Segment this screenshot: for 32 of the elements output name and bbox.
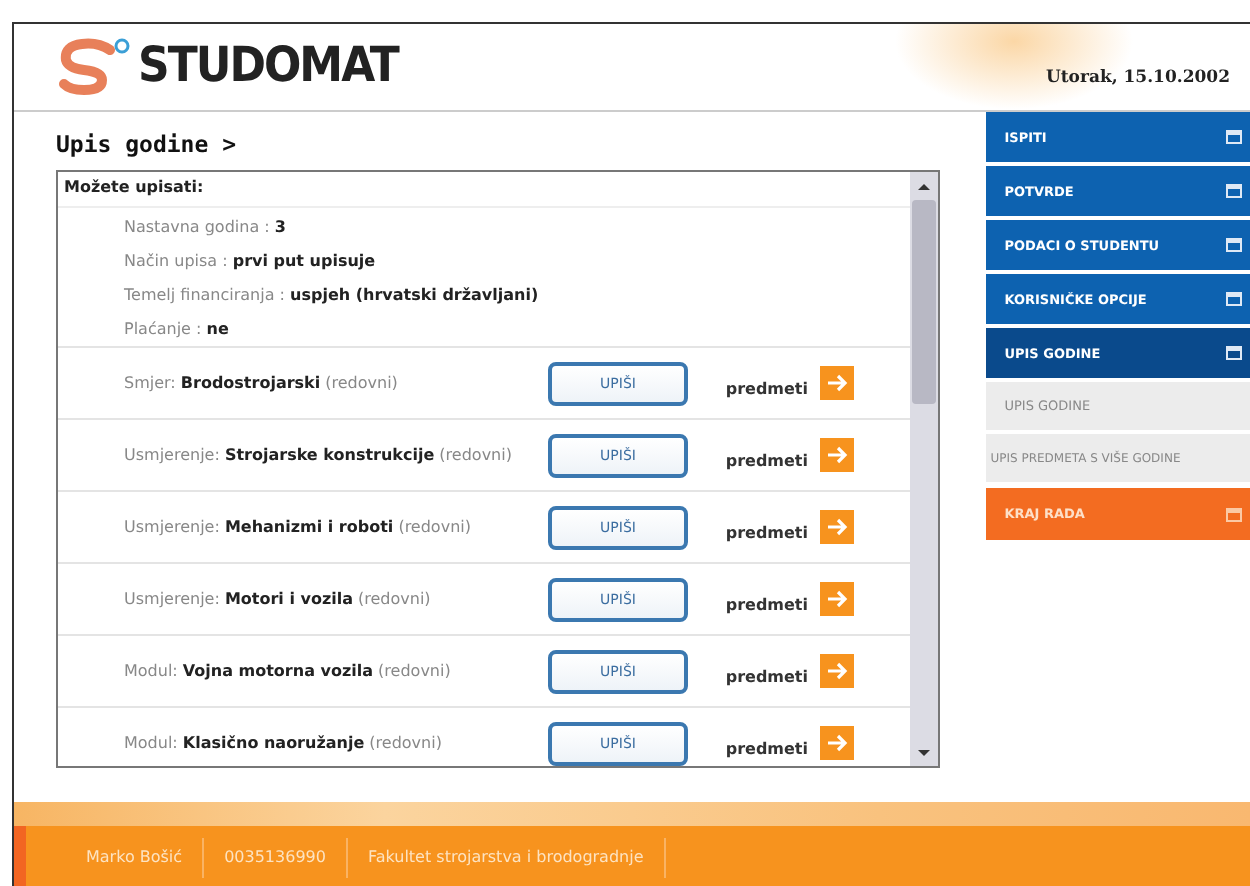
page-title: Upis godine > <box>56 130 239 158</box>
footer-text: Marko Bošić <box>66 837 205 877</box>
program-text: Smjer: Brodostrojarski (redovni) <box>124 373 400 393</box>
info-line: Način upisa : prvi put upisuje <box>124 250 378 274</box>
logo-icon <box>58 37 134 97</box>
info-line: Nastavna godina : 3 <box>124 216 288 240</box>
program-text: Usmjerenje: Strojarske konstrukcije (redovni) <box>124 445 514 465</box>
subjects-link[interactable]: predmeti <box>725 524 820 542</box>
window-icon <box>1226 292 1242 306</box>
logo-text: STUDOMAT <box>138 39 398 95</box>
info-line: Plaćanje : ne <box>124 318 231 342</box>
window-icon <box>1226 130 1242 144</box>
footer-text: 0035136990 <box>204 837 348 877</box>
program-text: Modul: Klasično naoružanje (redovni) <box>124 733 444 753</box>
info-line: Temelj financiranja : uspjeh (hrvatski državljani) <box>124 284 541 308</box>
panel-heading: Možete upisati: <box>58 172 910 208</box>
date-text: Utorak, 15.10.2002 <box>1045 67 1230 87</box>
subjects-link[interactable]: predmeti <box>725 668 820 686</box>
subjects-link[interactable]: predmeti <box>725 740 820 758</box>
program-text: Modul: Vojna motorna vozila (redovni) <box>124 661 453 681</box>
window-icon <box>1226 184 1242 198</box>
footer-text: Fakultet strojarstva i brodogradnje <box>347 837 666 877</box>
window-icon <box>1226 238 1242 252</box>
subjects-link[interactable]: predmeti <box>725 380 820 398</box>
subjects-link[interactable]: predmeti <box>725 452 820 470</box>
subjects-link[interactable]: predmeti <box>725 596 820 614</box>
window-icon <box>1226 507 1242 521</box>
window-icon <box>1226 346 1242 360</box>
scrollbar[interactable] <box>910 172 938 766</box>
program-text: Usmjerenje: Mehanizmi i roboti (redovni) <box>124 517 473 537</box>
scroll-thumb[interactable] <box>912 200 936 404</box>
program-text: Usmjerenje: Motori i vozila (redovni) <box>124 589 433 609</box>
